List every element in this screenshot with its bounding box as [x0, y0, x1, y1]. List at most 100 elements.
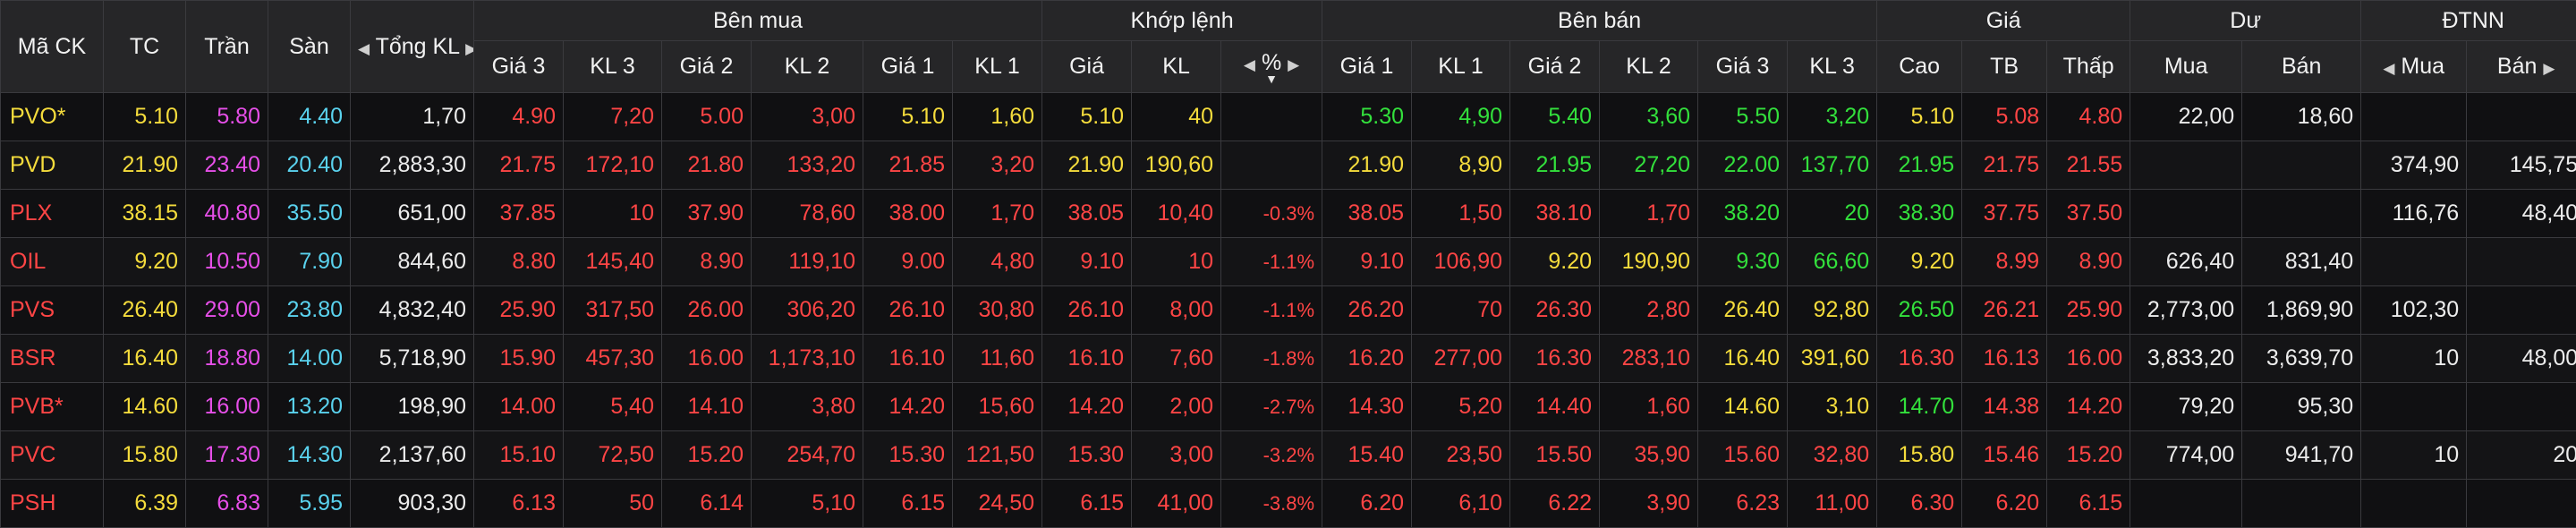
symbol-cell[interactable]: PLX [1, 190, 104, 238]
col-match-pct[interactable]: ◀ % ▶ ▼ [1221, 41, 1322, 93]
bid-price3-cell[interactable]: 14.00 [474, 383, 564, 431]
ask-price2-cell[interactable]: 9.20 [1510, 238, 1600, 286]
table-row[interactable]: PLX 38.15 40.80 35.50 651,00 37.85 10 37… [1, 190, 2576, 238]
ask-price1-cell[interactable]: 6.20 [1322, 480, 1412, 528]
bid-price3-cell[interactable]: 6.13 [474, 480, 564, 528]
match-price-cell[interactable]: 16.10 [1042, 335, 1132, 383]
ask-price3-cell[interactable]: 16.40 [1698, 335, 1788, 383]
col-remain-sell[interactable]: Bán [2242, 41, 2361, 93]
col-avg[interactable]: TB [1962, 41, 2047, 93]
match-price-cell[interactable]: 5.10 [1042, 93, 1132, 141]
ask-price2-cell[interactable]: 6.22 [1510, 480, 1600, 528]
match-price-cell[interactable]: 38.05 [1042, 190, 1132, 238]
ask-price1-cell[interactable]: 5.30 [1322, 93, 1412, 141]
match-price-cell[interactable]: 21.90 [1042, 141, 1132, 190]
table-row[interactable]: PSH 6.39 6.83 5.95 903,30 6.13 50 6.14 5… [1, 480, 2576, 528]
match-price-cell[interactable]: 14.20 [1042, 383, 1132, 431]
sort-desc-icon[interactable]: ▼ [1228, 74, 1314, 83]
col-bid-vol1[interactable]: KL 1 [953, 41, 1042, 93]
ask-price1-cell[interactable]: 16.20 [1322, 335, 1412, 383]
ask-price3-cell[interactable]: 38.20 [1698, 190, 1788, 238]
table-row[interactable]: OIL 9.20 10.50 7.90 844,60 8.80 145,40 8… [1, 238, 2576, 286]
bid-price1-cell[interactable]: 38.00 [863, 190, 953, 238]
ask-price2-cell[interactable]: 16.30 [1510, 335, 1600, 383]
symbol-cell[interactable]: PVB* [1, 383, 104, 431]
bid-price3-cell[interactable]: 21.75 [474, 141, 564, 190]
bid-price2-cell[interactable]: 16.00 [662, 335, 752, 383]
bid-price1-cell[interactable]: 21.85 [863, 141, 953, 190]
bid-price1-cell[interactable]: 9.00 [863, 238, 953, 286]
table-row[interactable]: PVS 26.40 29.00 23.80 4,832,40 25.90 317… [1, 286, 2576, 335]
pct-left-arrow-icon[interactable]: ◀ [1244, 56, 1255, 73]
bid-price1-cell[interactable]: 5.10 [863, 93, 953, 141]
total-vol-right-arrow-icon[interactable]: ▶ [465, 40, 473, 57]
col-remain-buy[interactable]: Mua [2130, 41, 2242, 93]
col-foreign-buy[interactable]: ◀ Mua [2361, 41, 2467, 93]
ask-price2-cell[interactable]: 15.50 [1510, 431, 1600, 480]
col-ask-price3[interactable]: Giá 3 [1698, 41, 1788, 93]
bid-price1-cell[interactable]: 15.30 [863, 431, 953, 480]
col-ask-vol1[interactable]: KL 1 [1412, 41, 1510, 93]
col-low[interactable]: Thấp [2047, 41, 2130, 93]
bid-price2-cell[interactable]: 15.20 [662, 431, 752, 480]
pct-right-arrow-icon[interactable]: ▶ [1288, 56, 1299, 73]
table-row[interactable]: PVB* 14.60 16.00 13.20 198,90 14.00 5,40… [1, 383, 2576, 431]
col-bid-price3[interactable]: Giá 3 [474, 41, 564, 93]
ask-price1-cell[interactable]: 9.10 [1322, 238, 1412, 286]
ask-price2-cell[interactable]: 38.10 [1510, 190, 1600, 238]
col-bid-price1[interactable]: Giá 1 [863, 41, 953, 93]
symbol-cell[interactable]: PVO* [1, 93, 104, 141]
ask-price1-cell[interactable]: 15.40 [1322, 431, 1412, 480]
symbol-cell[interactable]: OIL [1, 238, 104, 286]
bid-price3-cell[interactable]: 4.90 [474, 93, 564, 141]
symbol-cell[interactable]: BSR [1, 335, 104, 383]
table-row[interactable]: PVO* 5.10 5.80 4.40 1,70 4.90 7,20 5.00 … [1, 93, 2576, 141]
ask-price1-cell[interactable]: 21.90 [1322, 141, 1412, 190]
ask-price3-cell[interactable]: 5.50 [1698, 93, 1788, 141]
symbol-cell[interactable]: PSH [1, 480, 104, 528]
total-vol-left-arrow-icon[interactable]: ◀ [358, 40, 370, 57]
ask-price3-cell[interactable]: 9.30 [1698, 238, 1788, 286]
bid-price2-cell[interactable]: 21.80 [662, 141, 752, 190]
bid-price3-cell[interactable]: 25.90 [474, 286, 564, 335]
ask-price1-cell[interactable]: 38.05 [1322, 190, 1412, 238]
col-bid-vol2[interactable]: KL 2 [752, 41, 863, 93]
table-row[interactable]: PVC 15.80 17.30 14.30 2,137,60 15.10 72,… [1, 431, 2576, 480]
ask-price2-cell[interactable]: 26.30 [1510, 286, 1600, 335]
col-bid-price2[interactable]: Giá 2 [662, 41, 752, 93]
match-price-cell[interactable]: 9.10 [1042, 238, 1132, 286]
bid-price3-cell[interactable]: 37.85 [474, 190, 564, 238]
bid-price2-cell[interactable]: 5.00 [662, 93, 752, 141]
bid-price2-cell[interactable]: 8.90 [662, 238, 752, 286]
ask-price3-cell[interactable]: 22.00 [1698, 141, 1788, 190]
col-ask-vol2[interactable]: KL 2 [1600, 41, 1698, 93]
bid-price3-cell[interactable]: 8.80 [474, 238, 564, 286]
col-total-vol[interactable]: ◀ Tổng KL ▶ [351, 1, 474, 93]
foreign-right-arrow-icon[interactable]: ▶ [2543, 60, 2555, 77]
col-symbol[interactable]: Mã CK [1, 1, 104, 93]
col-ceil[interactable]: Trần [186, 1, 268, 93]
table-row[interactable]: PVD 21.90 23.40 20.40 2,883,30 21.75 172… [1, 141, 2576, 190]
match-price-cell[interactable]: 26.10 [1042, 286, 1132, 335]
col-high[interactable]: Cao [1877, 41, 1962, 93]
col-bid-vol3[interactable]: KL 3 [564, 41, 662, 93]
ask-price2-cell[interactable]: 21.95 [1510, 141, 1600, 190]
bid-price3-cell[interactable]: 15.90 [474, 335, 564, 383]
ask-price3-cell[interactable]: 6.23 [1698, 480, 1788, 528]
col-ask-price2[interactable]: Giá 2 [1510, 41, 1600, 93]
ask-price3-cell[interactable]: 14.60 [1698, 383, 1788, 431]
bid-price1-cell[interactable]: 6.15 [863, 480, 953, 528]
col-match-price[interactable]: Giá [1042, 41, 1132, 93]
ask-price1-cell[interactable]: 26.20 [1322, 286, 1412, 335]
col-ask-price1[interactable]: Giá 1 [1322, 41, 1412, 93]
ask-price3-cell[interactable]: 15.60 [1698, 431, 1788, 480]
bid-price1-cell[interactable]: 26.10 [863, 286, 953, 335]
bid-price2-cell[interactable]: 37.90 [662, 190, 752, 238]
bid-price3-cell[interactable]: 15.10 [474, 431, 564, 480]
match-price-cell[interactable]: 15.30 [1042, 431, 1132, 480]
foreign-left-arrow-icon[interactable]: ◀ [2383, 60, 2394, 77]
symbol-cell[interactable]: PVC [1, 431, 104, 480]
col-match-vol[interactable]: KL [1132, 41, 1221, 93]
ask-price3-cell[interactable]: 26.40 [1698, 286, 1788, 335]
bid-price2-cell[interactable]: 26.00 [662, 286, 752, 335]
